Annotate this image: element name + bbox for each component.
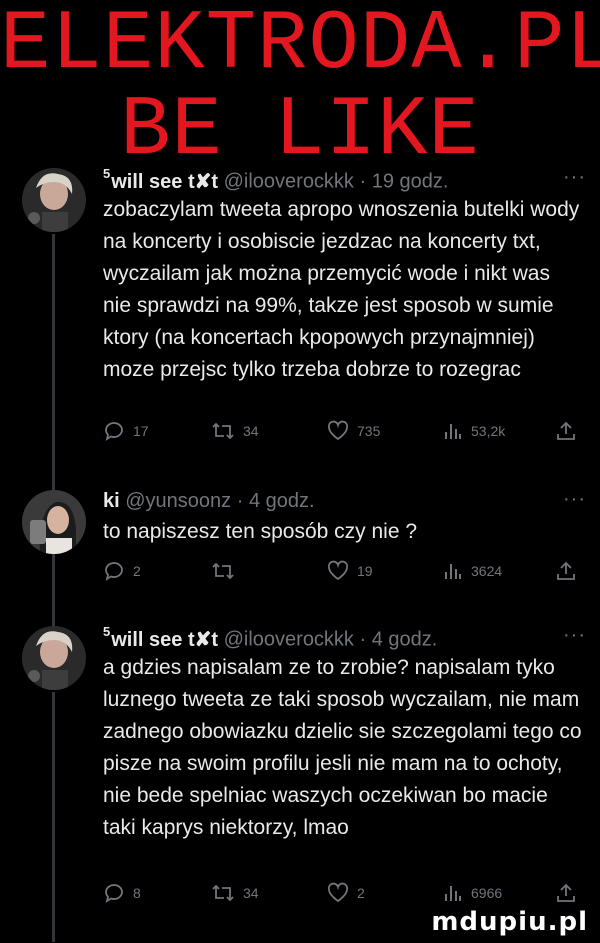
like-button[interactable]: 735 xyxy=(327,420,380,442)
tweet-actions: 8 34 2 6966 xyxy=(103,882,583,908)
handle[interactable]: @ilooverockkk xyxy=(224,629,354,651)
display-name[interactable]: ki xyxy=(103,490,120,512)
more-icon[interactable]: ··· xyxy=(563,488,586,511)
views-count: 53,2k xyxy=(471,423,506,439)
retweet-count: 34 xyxy=(243,423,259,439)
avatar[interactable] xyxy=(22,626,86,690)
heart-icon xyxy=(327,560,349,581)
views-button[interactable]: 53,2k xyxy=(443,420,505,442)
more-icon[interactable]: ··· xyxy=(563,624,586,647)
reply-count: 2 xyxy=(133,563,141,579)
like-button[interactable]: 19 xyxy=(327,560,373,582)
timestamp[interactable]: · 4 godz. xyxy=(237,490,315,512)
views-icon xyxy=(445,564,461,579)
reply-button[interactable]: 17 xyxy=(103,420,149,442)
retweet-icon xyxy=(212,422,234,440)
views-count: 3624 xyxy=(471,563,503,579)
views-button[interactable]: 3624 xyxy=(443,560,502,582)
more-icon[interactable]: ··· xyxy=(563,166,586,189)
reply-count: 17 xyxy=(133,423,149,439)
reply-count: 8 xyxy=(133,885,141,901)
meme-title-line1: ELEKTRODA.PL xyxy=(0,0,600,93)
avatar[interactable] xyxy=(22,168,86,232)
avatar[interactable] xyxy=(22,490,86,554)
reply-icon xyxy=(105,562,123,581)
views-count: 6966 xyxy=(471,885,503,901)
timestamp[interactable]: · 4 godz. xyxy=(360,629,438,651)
share-button[interactable] xyxy=(555,560,577,582)
display-name[interactable]: 5will see t✘t xyxy=(103,624,218,651)
like-count: 19 xyxy=(357,563,373,579)
retweet-icon xyxy=(212,562,234,580)
retweet-count: 34 xyxy=(243,885,259,901)
tweet-text: zobaczylam tweeta apropo wnoszenia butel… xyxy=(103,198,580,381)
views-button[interactable]: 6966 xyxy=(443,882,502,904)
like-count: 2 xyxy=(357,885,365,901)
share-button[interactable] xyxy=(555,882,577,904)
like-button[interactable]: 2 xyxy=(327,882,365,904)
views-icon xyxy=(445,886,461,901)
meme-title-line2: BE LIKE xyxy=(120,84,480,179)
thread-line xyxy=(52,556,55,636)
tweet-actions: 17 34 735 53,2k xyxy=(103,420,583,446)
reply-button[interactable]: 8 xyxy=(103,882,141,904)
retweet-button[interactable]: 34 xyxy=(211,420,259,442)
display-name[interactable]: 5will see t✘t xyxy=(103,166,218,193)
handle[interactable]: @ilooverockkk xyxy=(224,171,354,193)
retweet-button[interactable] xyxy=(211,560,243,582)
tweet-text: a gdzies napisalam ze to zrobie? napisal… xyxy=(103,656,582,839)
watermark: mdupiu.pl xyxy=(431,907,588,937)
timestamp[interactable]: · 19 godz. xyxy=(360,171,449,193)
heart-icon xyxy=(327,882,349,903)
share-icon xyxy=(557,421,575,440)
reply-icon xyxy=(105,422,123,441)
retweet-icon xyxy=(212,884,234,902)
heart-icon xyxy=(327,420,349,441)
reply-button[interactable]: 2 xyxy=(103,560,141,582)
retweet-button[interactable]: 34 xyxy=(211,882,259,904)
share-button[interactable] xyxy=(555,420,577,442)
share-icon xyxy=(557,561,575,580)
share-icon xyxy=(557,883,575,902)
handle[interactable]: @yunsoonz xyxy=(125,490,231,512)
tweet-text: to napiszesz ten sposób czy nie ? xyxy=(103,520,418,543)
views-icon xyxy=(445,424,461,439)
reply-icon xyxy=(105,884,123,903)
like-count: 735 xyxy=(357,423,381,439)
tweet-actions: 2 19 3624 xyxy=(103,560,583,586)
thread-line xyxy=(52,692,55,942)
